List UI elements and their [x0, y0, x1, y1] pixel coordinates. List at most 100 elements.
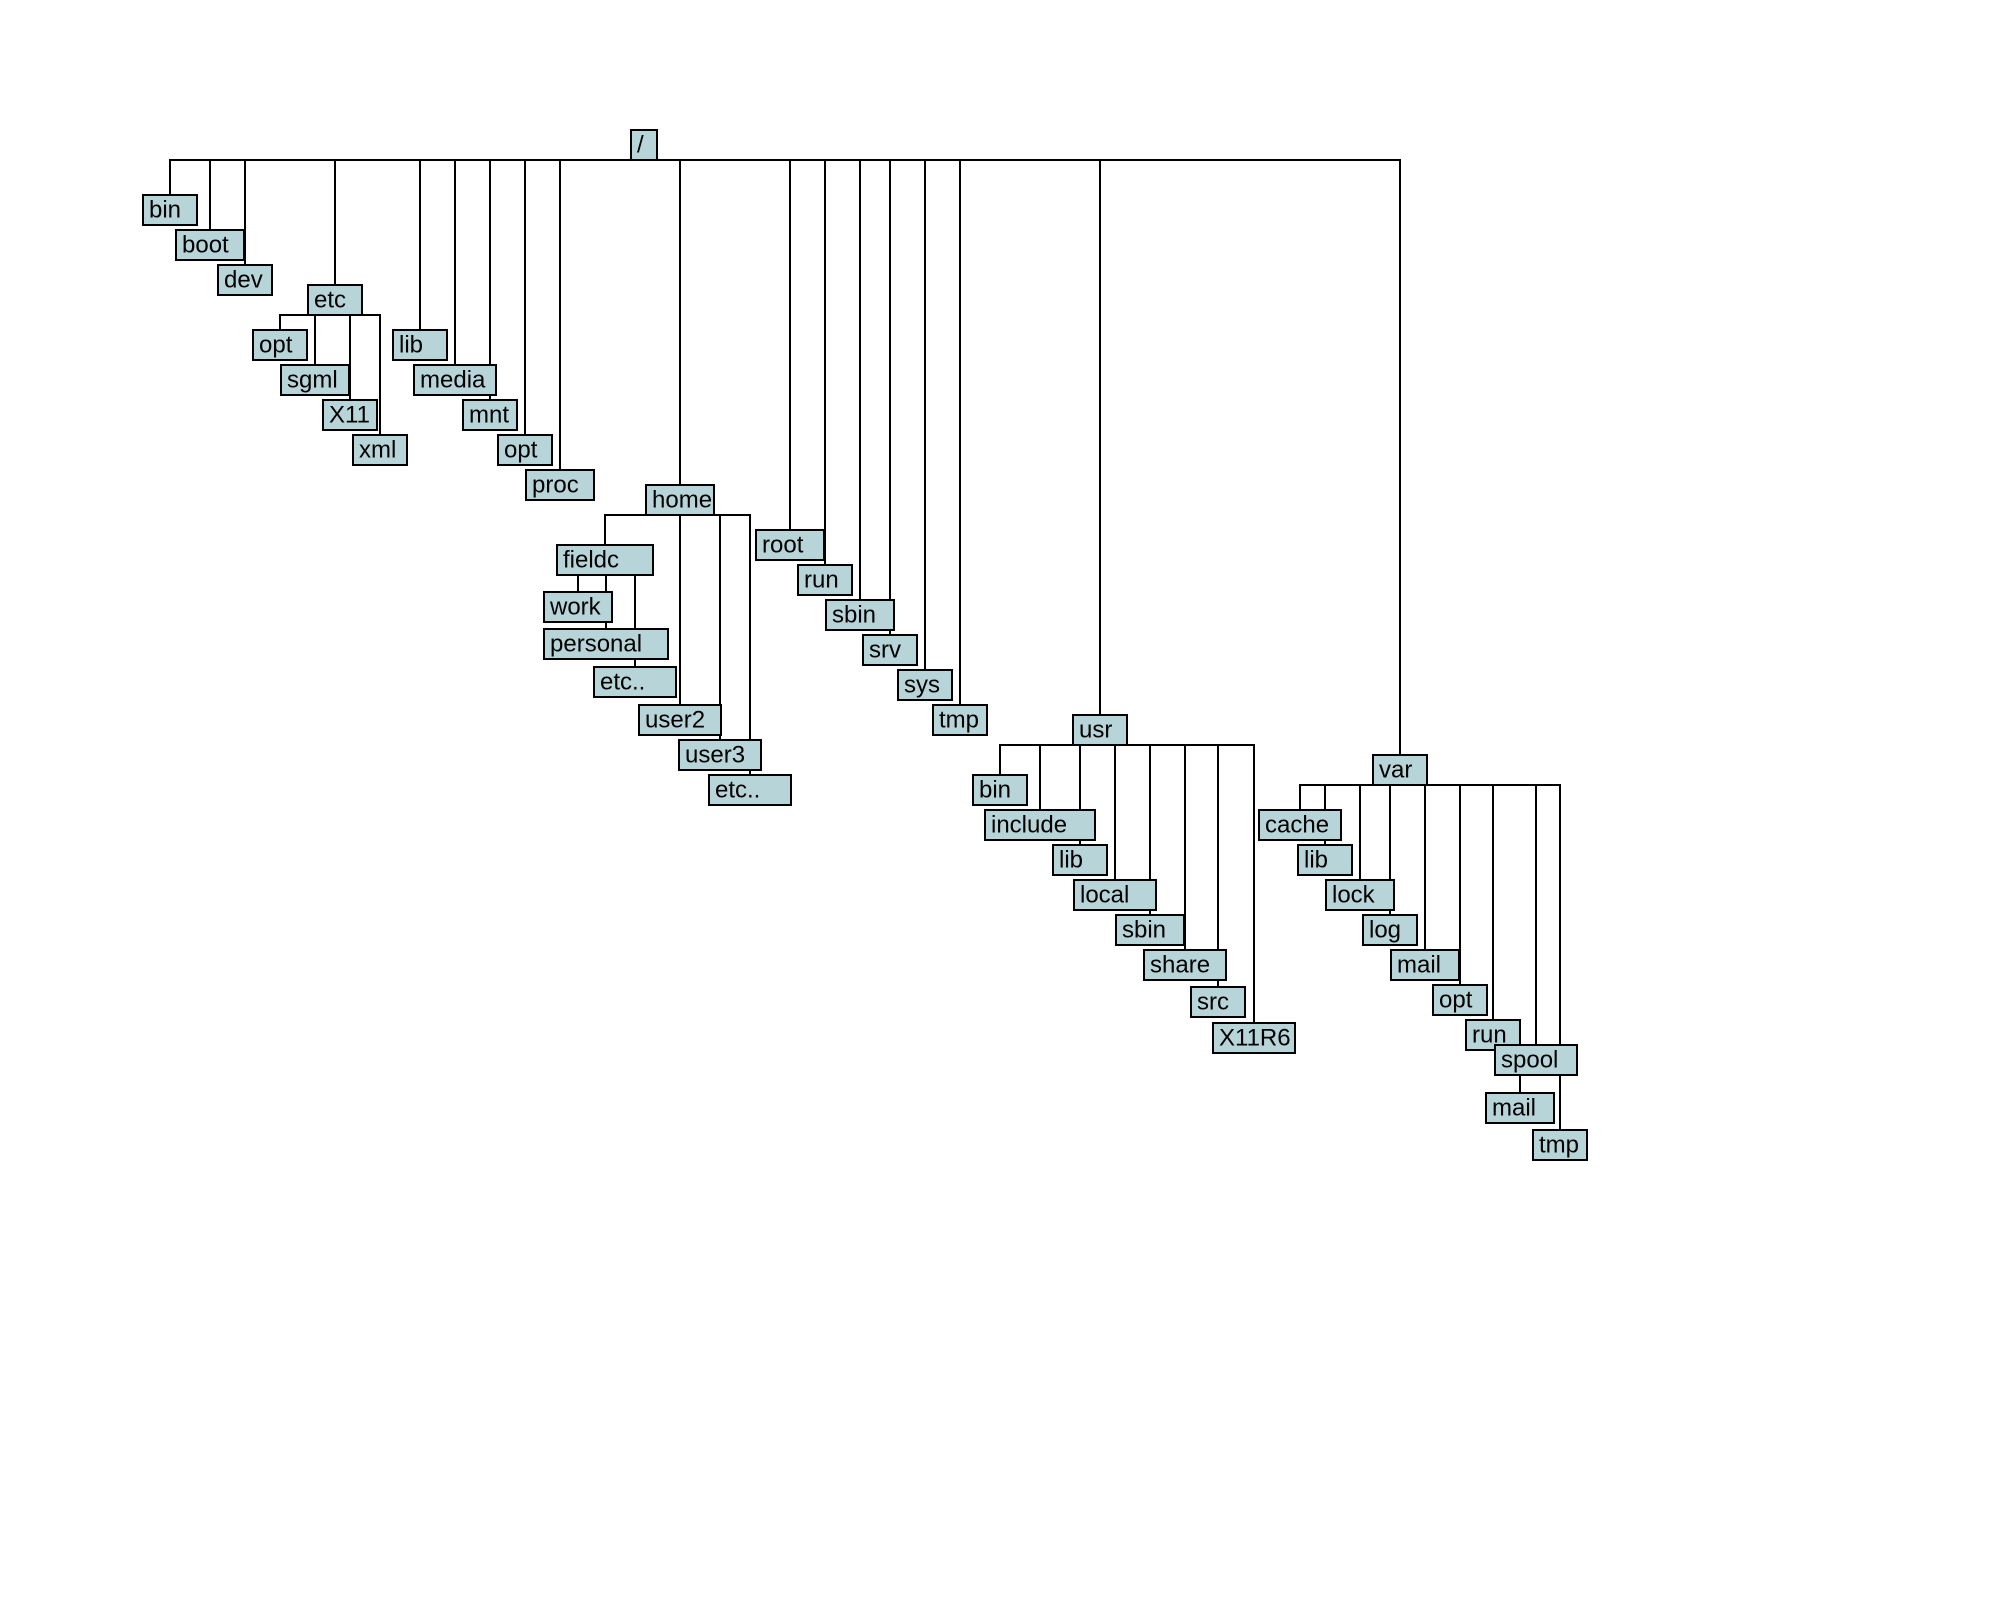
dir-label: lib: [1059, 846, 1083, 873]
filesystem-tree-diagram: /binbootdevetcoptsgmlX11xmllibmediamntop…: [0, 0, 2000, 1600]
dir-node-usr: usr: [1073, 715, 1127, 745]
tree-edge: [644, 160, 1100, 715]
dir-node-fieldc: fieldc: [557, 545, 653, 575]
tree-edge: [605, 515, 680, 545]
dir-node-var-lib: lib: [1298, 845, 1352, 875]
dir-node-home: home: [646, 485, 714, 515]
dir-label: X11: [329, 401, 370, 428]
tree-edge: [420, 160, 644, 330]
tree-edge: [644, 160, 680, 485]
dir-node-usr-src: src: [1191, 987, 1245, 1017]
dir-node-usr-share: share: [1144, 950, 1226, 980]
dir-node-spool-mail: mail: [1486, 1093, 1554, 1123]
dir-label: opt: [259, 331, 293, 358]
dir-label: work: [549, 593, 602, 620]
dir-node-mnt: mnt: [463, 400, 517, 430]
dir-label: xml: [359, 436, 396, 463]
tree-edge: [560, 160, 644, 470]
dir-label: proc: [532, 471, 579, 498]
tree-edge: [578, 575, 605, 592]
dir-label: local: [1080, 881, 1129, 908]
tree-edge: [1360, 785, 1400, 880]
dir-label: X11R6: [1219, 1024, 1291, 1051]
dir-label: media: [420, 366, 486, 393]
dir-node-usr-x11r6: X11R6: [1213, 1023, 1295, 1053]
dir-node-boot: boot: [176, 230, 244, 260]
dir-node-usr-lib: lib: [1053, 845, 1107, 875]
dir-node-user2: user2: [639, 705, 721, 735]
tree-edge: [1300, 785, 1400, 810]
dir-label: mail: [1492, 1094, 1536, 1121]
dir-node-bin: bin: [143, 195, 197, 225]
tree-edge: [315, 315, 335, 365]
dir-label: /: [637, 131, 644, 158]
dir-node-usr-local: local: [1074, 880, 1156, 910]
dir-node-opt: opt: [498, 435, 552, 465]
dir-node-var-lock: lock: [1326, 880, 1394, 910]
tree-edge: [644, 160, 1400, 755]
dir-label: home: [652, 486, 712, 513]
tree-edge: [1040, 745, 1100, 810]
tree-edge: [644, 160, 925, 670]
tree-edge: [1520, 1075, 1536, 1093]
dir-node-var-cache: cache: [1259, 810, 1341, 840]
dir-label: lock: [1332, 881, 1376, 908]
dir-node-etc-xml: xml: [353, 435, 407, 465]
dir-label: tmp: [1539, 1131, 1579, 1158]
tree-edge: [1000, 745, 1100, 775]
dir-label: dev: [224, 266, 263, 293]
dir-label: opt: [1439, 986, 1473, 1013]
dir-node-usr-include: include: [985, 810, 1095, 840]
dir-node-home-etc: etc..: [709, 775, 791, 805]
dir-node-fieldc-etc: etc..: [594, 667, 676, 697]
dir-node-usr-sbin: sbin: [1116, 915, 1184, 945]
dir-label: etc..: [715, 776, 760, 803]
tree-edge: [170, 160, 644, 195]
dir-label: srv: [869, 636, 901, 663]
tree-edge: [455, 160, 644, 365]
dir-label: tmp: [939, 706, 979, 733]
dir-node-root: /: [631, 130, 657, 160]
dir-node-personal: personal: [544, 629, 668, 659]
dir-node-srv: srv: [863, 635, 917, 665]
dir-node-proc: proc: [526, 470, 594, 500]
dir-label: cache: [1265, 811, 1329, 838]
dir-label: bin: [979, 776, 1011, 803]
dir-node-var-tmp: tmp: [1533, 1130, 1587, 1160]
dir-node-usr-bin: bin: [973, 775, 1027, 805]
dir-label: fieldc: [563, 546, 619, 573]
dir-node-work: work: [544, 592, 612, 622]
dir-box: [631, 130, 657, 160]
dir-label: usr: [1079, 716, 1112, 743]
tree-edge: [644, 160, 790, 530]
tree-edge: [280, 315, 335, 330]
dir-node-tmp: tmp: [933, 705, 987, 735]
dir-label: spool: [1501, 1046, 1558, 1073]
dir-label: root: [762, 531, 804, 558]
dir-label: user3: [685, 741, 745, 768]
dir-node-media: media: [414, 365, 496, 395]
dir-node-etc-sgml: sgml: [281, 365, 349, 395]
dir-node-dev: dev: [218, 265, 272, 295]
tree-edge: [644, 160, 860, 600]
dir-label: lib: [1304, 846, 1328, 873]
dir-label: user2: [645, 706, 705, 733]
tree-edge: [490, 160, 644, 400]
dir-label: personal: [550, 630, 642, 657]
dir-label: sbin: [832, 601, 876, 628]
dir-label: mail: [1397, 951, 1441, 978]
dir-node-sbin: sbin: [826, 600, 894, 630]
dir-label: opt: [504, 436, 538, 463]
dir-label: etc: [314, 286, 346, 313]
dir-node-var-log: log: [1363, 915, 1417, 945]
dir-label: sys: [904, 671, 940, 698]
dir-node-user3: user3: [679, 740, 761, 770]
dir-label: sgml: [287, 366, 338, 393]
dir-label: log: [1369, 916, 1401, 943]
dir-label: share: [1150, 951, 1210, 978]
dir-label: src: [1197, 988, 1229, 1015]
tree-edge: [210, 160, 644, 230]
tree-edge: [245, 160, 644, 265]
tree-edge: [525, 160, 644, 435]
dir-node-etc: etc: [308, 285, 362, 315]
